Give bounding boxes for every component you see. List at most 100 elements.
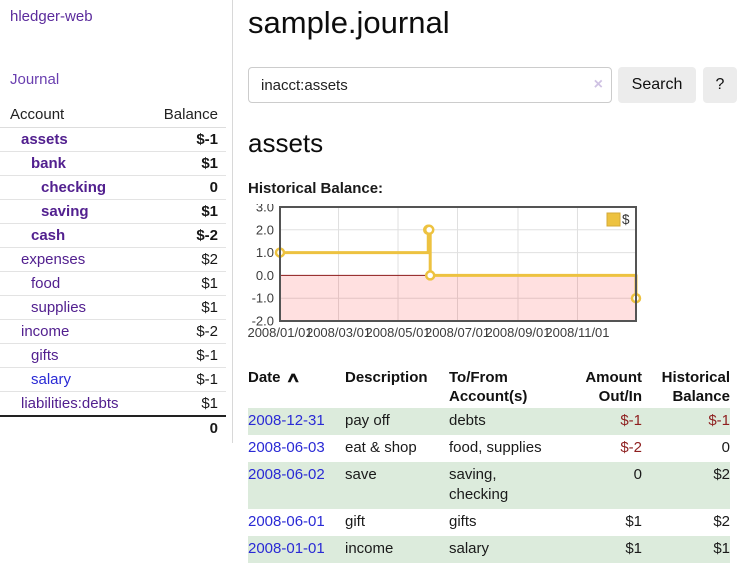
register-col-description: Description xyxy=(345,366,449,408)
svg-text:2.0: 2.0 xyxy=(256,222,274,237)
account-balance: $1 xyxy=(148,272,226,296)
account-row: checking0 xyxy=(0,176,226,200)
accounts-tbody: assets$-1bank$1checking0saving$1cash$-2e… xyxy=(0,128,226,417)
account-name-cell: saving xyxy=(0,200,148,224)
account-link-supplies[interactable]: supplies xyxy=(31,299,86,316)
account-name-cell: assets xyxy=(0,128,148,152)
transaction-date-cell: 2008-06-01 xyxy=(248,509,345,536)
account-name-cell: checking xyxy=(0,176,148,200)
transaction-row: 2008-12-31pay offdebts$-1$-1 xyxy=(248,408,730,435)
transaction-row: 2008-06-03 eat & shopfood, supplies$-20 xyxy=(248,435,730,462)
account-link-liabilities-debts[interactable]: liabilities:debts xyxy=(21,395,119,412)
transaction-amount: $1 xyxy=(559,536,642,563)
svg-text:2008/09/01: 2008/09/01 xyxy=(485,325,550,340)
clear-search-icon[interactable]: × xyxy=(594,76,603,94)
account-link-income[interactable]: income xyxy=(21,323,69,340)
register-col-accounts: To/From Account(s) xyxy=(449,366,559,408)
account-link-cash[interactable]: cash xyxy=(31,227,65,244)
register-col-date-label: Date xyxy=(248,369,281,386)
account-row: food $1 xyxy=(0,272,226,296)
account-row: liabilities:debts$1 xyxy=(0,392,226,417)
accounts-total-value: 0 xyxy=(148,416,226,440)
accounts-col-account: Account xyxy=(0,104,148,128)
transaction-date-cell: 2008-06-03 xyxy=(248,435,345,462)
transaction-date-link[interactable]: 2008-06-01 xyxy=(248,513,325,530)
account-link-expenses[interactable]: expenses xyxy=(21,251,85,268)
register-col-date[interactable]: Date∧ xyxy=(248,366,345,408)
transaction-balance: 0 xyxy=(642,435,730,462)
account-row: supplies $1 xyxy=(0,296,226,320)
account-name-cell: expenses xyxy=(0,248,148,272)
transaction-accounts: food, supplies xyxy=(449,435,559,462)
chart-legend: $ xyxy=(607,212,630,227)
svg-text:-1.0: -1.0 xyxy=(252,291,274,306)
transaction-row: 2008-06-02savesaving, checking0$2 xyxy=(248,462,730,509)
account-name-cell: food xyxy=(0,272,148,296)
accounts-total-row: 0 xyxy=(0,416,226,440)
account-balance: $-2 xyxy=(148,320,226,344)
transaction-date-cell: 2008-12-31 xyxy=(248,408,345,435)
search-form: × Search ? xyxy=(248,67,737,103)
main-panel: sample.journal × Search ? assets Histori… xyxy=(248,0,737,563)
page-title: sample.journal xyxy=(248,5,737,41)
account-balance: $2 xyxy=(148,248,226,272)
sidebar: hledger-web Journal Account Balance asse… xyxy=(0,0,233,443)
account-row: cash$-2 xyxy=(0,224,226,248)
svg-text:2008/05/01: 2008/05/01 xyxy=(365,325,430,340)
account-row: saving$1 xyxy=(0,200,226,224)
account-row: gifts $-1 xyxy=(0,344,226,368)
transaction-description: eat & shop xyxy=(345,435,449,462)
transaction-date-link[interactable]: 2008-06-03 xyxy=(248,439,325,456)
account-name-cell: bank xyxy=(0,152,148,176)
account-name-cell: gifts xyxy=(0,344,148,368)
svg-text:2008/01/01: 2008/01/01 xyxy=(248,325,313,340)
transaction-date-link[interactable]: 2008-12-31 xyxy=(248,412,325,429)
search-button[interactable]: Search xyxy=(618,67,696,103)
brand-link[interactable]: hledger-web xyxy=(10,8,232,25)
account-link-assets[interactable]: assets xyxy=(21,131,68,148)
accounts-table: Account Balance assets$-1bank$1checking0… xyxy=(0,104,226,440)
transaction-date-link[interactable]: 2008-06-02 xyxy=(248,466,325,483)
account-row: assets $-1 xyxy=(0,128,226,152)
svg-text:$: $ xyxy=(622,212,630,227)
sidebar-item-journal[interactable]: Journal xyxy=(10,71,232,88)
transaction-accounts: saving, checking xyxy=(449,462,559,509)
account-link-checking[interactable]: checking xyxy=(41,179,106,196)
transaction-description: pay off xyxy=(345,408,449,435)
transaction-amount: $-2 xyxy=(559,435,642,462)
account-link-bank[interactable]: bank xyxy=(31,155,66,172)
account-name-cell: income xyxy=(0,320,148,344)
transaction-row: 2008-06-01giftgifts$1$2 xyxy=(248,509,730,536)
transaction-balance: $2 xyxy=(642,462,730,509)
transaction-accounts: debts xyxy=(449,408,559,435)
transaction-row: 2008-01-01incomesalary$1$1 xyxy=(248,536,730,563)
svg-text:3.0: 3.0 xyxy=(256,204,274,215)
account-heading: assets xyxy=(248,128,737,159)
account-link-gifts[interactable]: gifts xyxy=(31,347,59,364)
search-box: × xyxy=(248,67,612,103)
account-row: income $-2 xyxy=(0,320,226,344)
transaction-balance: $1 xyxy=(642,536,730,563)
transaction-date-link[interactable]: 2008-01-01 xyxy=(248,540,325,557)
account-link-saving[interactable]: saving xyxy=(41,203,89,220)
account-row: bank$1 xyxy=(0,152,226,176)
account-row: salary $-1 xyxy=(0,368,226,392)
help-button[interactable]: ? xyxy=(703,67,737,103)
transaction-balance: $-1 xyxy=(642,408,730,435)
spacer xyxy=(0,416,148,440)
register-col-balance: Historical Balance xyxy=(642,366,730,408)
svg-text:2008/07/01: 2008/07/01 xyxy=(425,325,490,340)
transaction-accounts: gifts xyxy=(449,509,559,536)
transaction-description: income xyxy=(345,536,449,563)
search-input[interactable] xyxy=(248,67,612,103)
account-link-salary[interactable]: salary xyxy=(31,371,71,388)
account-link-food[interactable]: food xyxy=(31,275,60,292)
account-balance: $-1 xyxy=(148,128,226,152)
account-balance: $1 xyxy=(148,296,226,320)
account-balance: $-1 xyxy=(148,344,226,368)
transaction-balance: $2 xyxy=(642,509,730,536)
account-balance: $-1 xyxy=(148,368,226,392)
chart-label: Historical Balance: xyxy=(248,180,737,197)
account-name-cell: liabilities:debts xyxy=(0,392,148,417)
register-col-amount: Amount Out/In xyxy=(559,366,642,408)
